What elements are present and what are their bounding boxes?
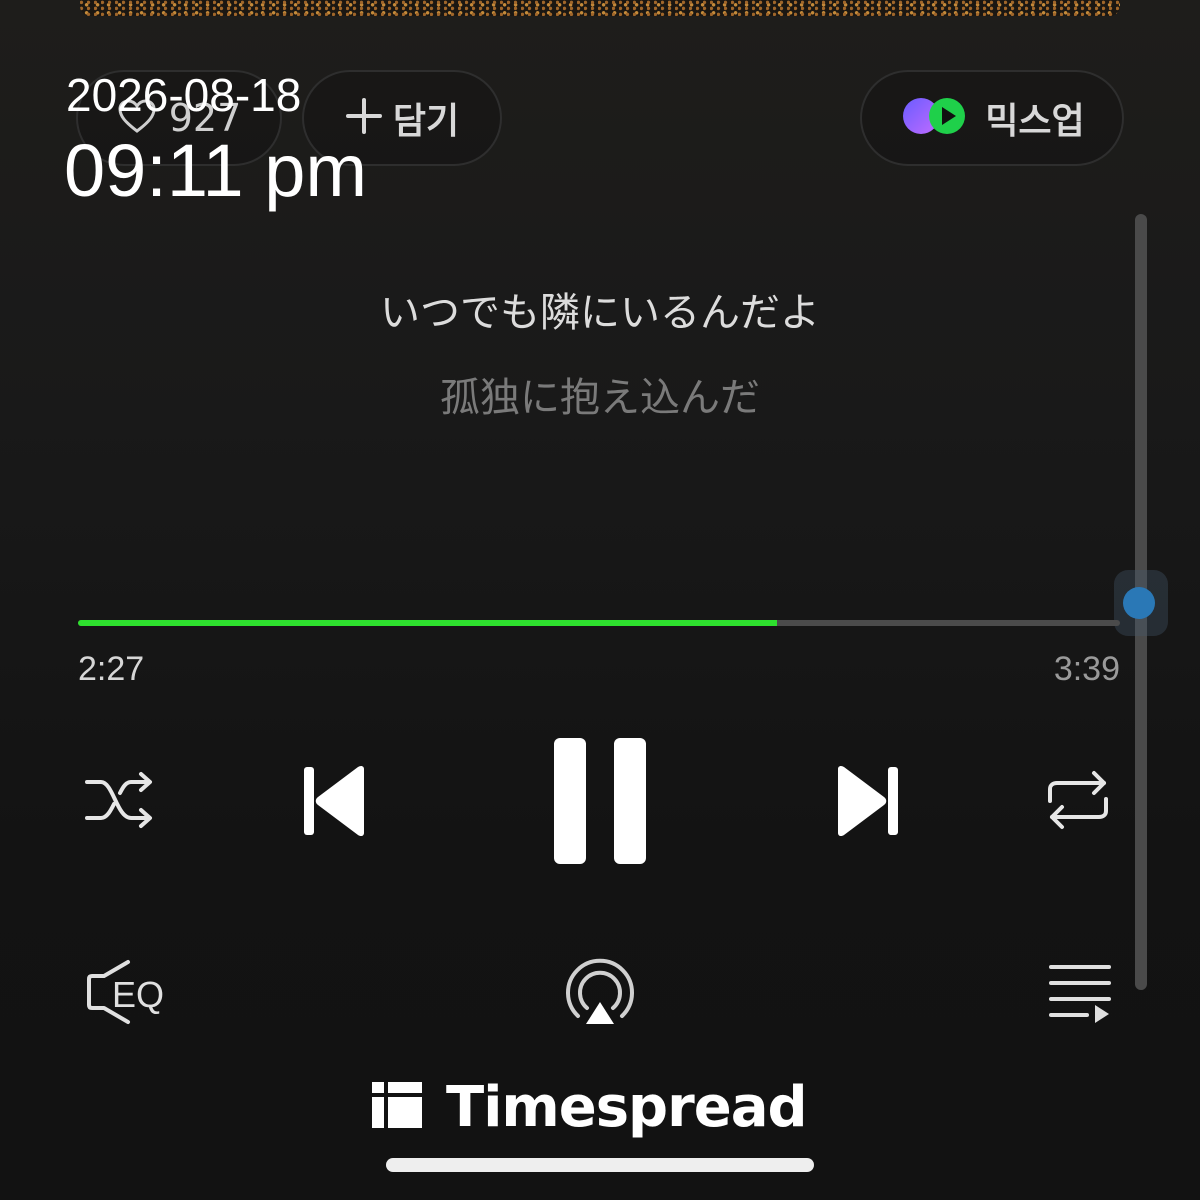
repeat-button[interactable] — [1036, 762, 1120, 842]
add-label: 담기 — [392, 101, 460, 142]
next-icon — [832, 761, 902, 845]
playlist-icon — [1047, 961, 1113, 1027]
timespread-logo-icon — [370, 1080, 424, 1134]
elapsed-time: 2:27 — [78, 650, 145, 688]
mixup-logo-icon — [899, 94, 971, 142]
repeat-icon — [1042, 767, 1114, 837]
shuffle-icon — [83, 768, 159, 836]
pause-icon — [550, 736, 650, 870]
previous-button[interactable] — [290, 755, 380, 851]
progress-fill — [78, 620, 778, 626]
progress-bar[interactable] — [78, 620, 1120, 626]
shuffle-button[interactable] — [76, 762, 166, 842]
album-art-edge — [80, 0, 1120, 16]
equalizer-button[interactable]: EQ — [72, 952, 176, 1036]
airplay-icon — [562, 958, 638, 1034]
playlist-button[interactable] — [1040, 958, 1120, 1030]
overlay-date: 2026-08-18 — [66, 69, 302, 121]
airplay-button[interactable] — [556, 954, 644, 1038]
mixup-button[interactable]: 믹스업 — [860, 70, 1124, 166]
mixup-label: 믹스업 — [985, 101, 1085, 142]
total-time: 3:39 — [1053, 650, 1120, 688]
previous-icon — [300, 761, 370, 845]
brand-name: Timespread — [446, 1074, 808, 1140]
lyric-current-line[interactable]: いつでも隣にいるんだよ — [200, 280, 1000, 338]
brand-watermark: Timespread — [370, 1074, 830, 1140]
eq-label: EQ — [111, 974, 164, 1015]
scrollbar-thumb[interactable] — [1123, 587, 1155, 619]
overlay-time: 09:11 pm — [64, 129, 368, 212]
pause-button[interactable] — [540, 730, 660, 876]
next-button[interactable] — [822, 755, 912, 851]
home-indicator[interactable] — [386, 1158, 814, 1172]
lyric-next-line[interactable]: 孤独に抱え込んだ — [200, 365, 1000, 423]
